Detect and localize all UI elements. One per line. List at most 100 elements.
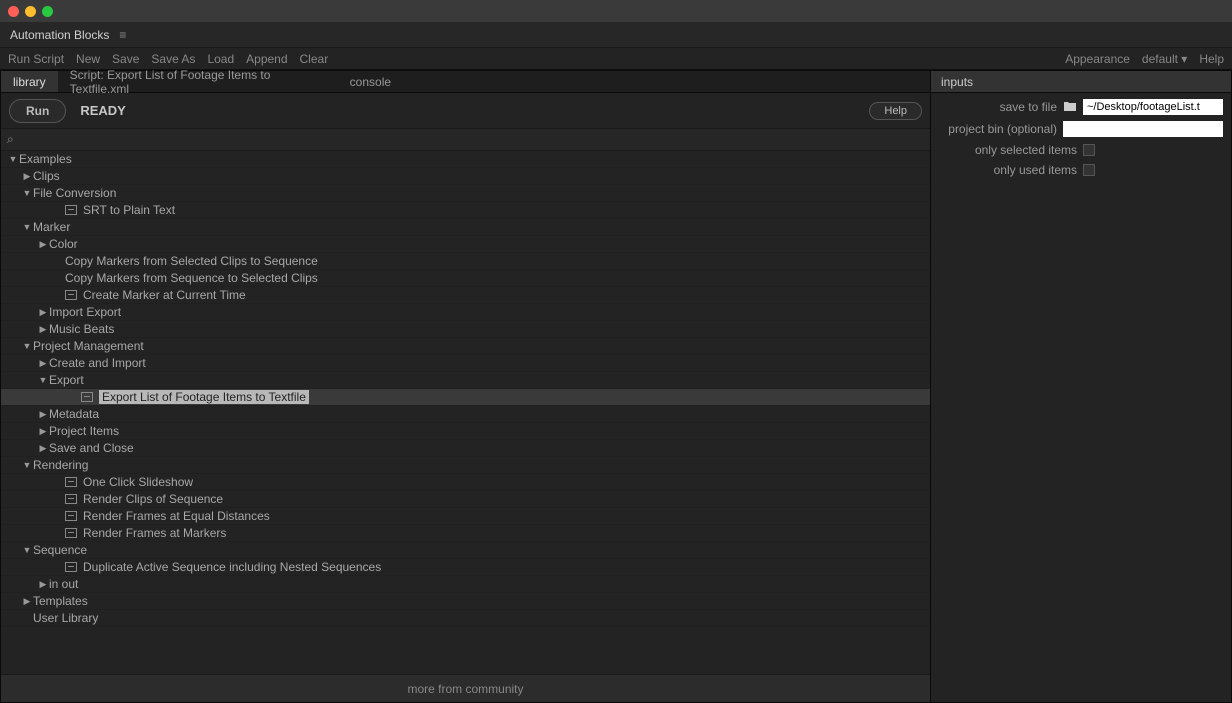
search-input[interactable] [20, 133, 924, 147]
inputs-panel: inputs save to file project bin (optiona… [931, 71, 1231, 702]
status-text: READY [80, 103, 126, 118]
action-save-as[interactable]: Save As [151, 52, 195, 66]
tree-item-export-list-of-footage-items-to-textfile[interactable]: Export List of Footage Items to Textfile [1, 389, 930, 406]
project-bin-input[interactable] [1063, 121, 1223, 137]
minimize-window-button[interactable] [25, 6, 36, 17]
left-panel: library Script: Export List of Footage I… [1, 71, 931, 702]
tree-item-user-library[interactable]: User Library [1, 610, 930, 627]
tree-item-label: File Conversion [33, 186, 116, 200]
tree-item-templates[interactable]: Templates [1, 593, 930, 610]
tree-arrow-icon [37, 426, 49, 437]
action-append[interactable]: Append [246, 52, 287, 66]
tree-item-create-and-import[interactable]: Create and Import [1, 355, 930, 372]
run-button[interactable]: Run [9, 99, 66, 123]
tree-arrow-icon [21, 545, 33, 555]
tree-item-label: Project Items [49, 424, 119, 438]
script-file-icon [65, 477, 77, 487]
tabs-row: library Script: Export List of Footage I… [1, 71, 930, 93]
tree-item-in-out[interactable]: in out [1, 576, 930, 593]
panel-title: Automation Blocks [10, 28, 109, 42]
tree-item-label: Create and Import [49, 356, 146, 370]
script-file-icon [65, 562, 77, 572]
tree-item-label: Copy Markers from Sequence to Selected C… [65, 271, 318, 285]
tree-item-file-conversion[interactable]: File Conversion [1, 185, 930, 202]
tree-item-rendering[interactable]: Rendering [1, 457, 930, 474]
action-load[interactable]: Load [207, 52, 234, 66]
only-used-label: only used items [939, 163, 1077, 177]
action-default[interactable]: default ▾ [1142, 52, 1187, 66]
tree-item-project-management[interactable]: Project Management [1, 338, 930, 355]
tree-item-label: Clips [33, 169, 60, 183]
zoom-window-button[interactable] [42, 6, 53, 17]
tree-item-clips[interactable]: Clips [1, 168, 930, 185]
tree-item-render-frames-at-markers[interactable]: Render Frames at Markers [1, 525, 930, 542]
tree-item-label: Render Frames at Equal Distances [83, 509, 270, 523]
tree-item-label: Sequence [33, 543, 87, 557]
tree-item-label: Copy Markers from Selected Clips to Sequ… [65, 254, 318, 268]
tree-item-marker[interactable]: Marker [1, 219, 930, 236]
tree-item-examples[interactable]: Examples [1, 151, 930, 168]
tree-item-copy-markers-from-selected-clips-to-sequence[interactable]: Copy Markers from Selected Clips to Sequ… [1, 253, 930, 270]
action-appearance[interactable]: Appearance [1065, 52, 1130, 66]
tree-item-import-export[interactable]: Import Export [1, 304, 930, 321]
tree-item-srt-to-plain-text[interactable]: SRT to Plain Text [1, 202, 930, 219]
only-selected-checkbox[interactable] [1083, 144, 1095, 156]
script-file-icon [65, 511, 77, 521]
mac-titlebar [0, 0, 1232, 22]
action-save[interactable]: Save [112, 52, 139, 66]
action-run-script[interactable]: Run Script [8, 52, 64, 66]
close-window-button[interactable] [8, 6, 19, 17]
tree-item-label: Duplicate Active Sequence including Nest… [83, 560, 381, 574]
tree-item-sequence[interactable]: Sequence [1, 542, 930, 559]
tree-arrow-icon [21, 341, 33, 351]
tree-arrow-icon [21, 188, 33, 198]
tree-item-label: Render Frames at Markers [83, 526, 226, 540]
only-used-checkbox[interactable] [1083, 164, 1095, 176]
tree-item-duplicate-active-sequence-including-nested-sequences[interactable]: Duplicate Active Sequence including Nest… [1, 559, 930, 576]
tree-item-label: One Click Slideshow [83, 475, 193, 489]
folder-icon[interactable] [1063, 100, 1077, 115]
tree-item-export[interactable]: Export [1, 372, 930, 389]
panel-menu-icon[interactable]: ≡ [119, 28, 126, 42]
tree-arrow-icon [37, 443, 49, 454]
tab-library[interactable]: library [1, 71, 58, 92]
tree-arrow-icon [21, 596, 33, 607]
tree-item-label: Color [49, 237, 78, 251]
tree-item-music-beats[interactable]: Music Beats [1, 321, 930, 338]
action-new[interactable]: New [76, 52, 100, 66]
tree-item-label: User Library [33, 611, 98, 625]
tree-item-project-items[interactable]: Project Items [1, 423, 930, 440]
tree-item-label: Render Clips of Sequence [83, 492, 223, 506]
tree-item-label: Music Beats [49, 322, 114, 336]
script-file-icon [65, 290, 77, 300]
tree-item-create-marker-at-current-time[interactable]: Create Marker at Current Time [1, 287, 930, 304]
tree-item-render-frames-at-equal-distances[interactable]: Render Frames at Equal Distances [1, 508, 930, 525]
tree-arrow-icon [37, 239, 49, 250]
tree-item-label: Import Export [49, 305, 121, 319]
tree-item-render-clips-of-sequence[interactable]: Render Clips of Sequence [1, 491, 930, 508]
search-icon: ⌕ [7, 132, 14, 147]
tree-item-save-and-close[interactable]: Save and Close [1, 440, 930, 457]
save-to-file-input[interactable] [1083, 99, 1223, 115]
tree-arrow-icon [37, 375, 49, 385]
tree-item-label: Rendering [33, 458, 88, 472]
more-from-community-button[interactable]: more from community [1, 674, 930, 702]
inputs-header: inputs [931, 71, 1231, 93]
search-row: ⌕ [1, 129, 930, 151]
script-tree[interactable]: Examples Clips File Conversion SRT to Plain… [1, 151, 930, 674]
action-help[interactable]: Help [1199, 52, 1224, 66]
tree-arrow-icon [21, 171, 33, 182]
script-file-icon [65, 528, 77, 538]
action-clear[interactable]: Clear [300, 52, 329, 66]
tree-item-label: SRT to Plain Text [83, 203, 175, 217]
tree-item-color[interactable]: Color [1, 236, 930, 253]
tree-item-copy-markers-from-sequence-to-selected-clips[interactable]: Copy Markers from Sequence to Selected C… [1, 270, 930, 287]
tree-item-metadata[interactable]: Metadata [1, 406, 930, 423]
only-selected-label: only selected items [939, 143, 1077, 157]
tree-item-one-click-slideshow[interactable]: One Click Slideshow [1, 474, 930, 491]
script-file-icon [81, 392, 93, 402]
tab-script[interactable]: Script: Export List of Footage Items to … [58, 71, 338, 92]
tree-item-label: Examples [19, 152, 72, 166]
tab-console[interactable]: console [338, 71, 403, 92]
help-button[interactable]: Help [869, 102, 922, 120]
